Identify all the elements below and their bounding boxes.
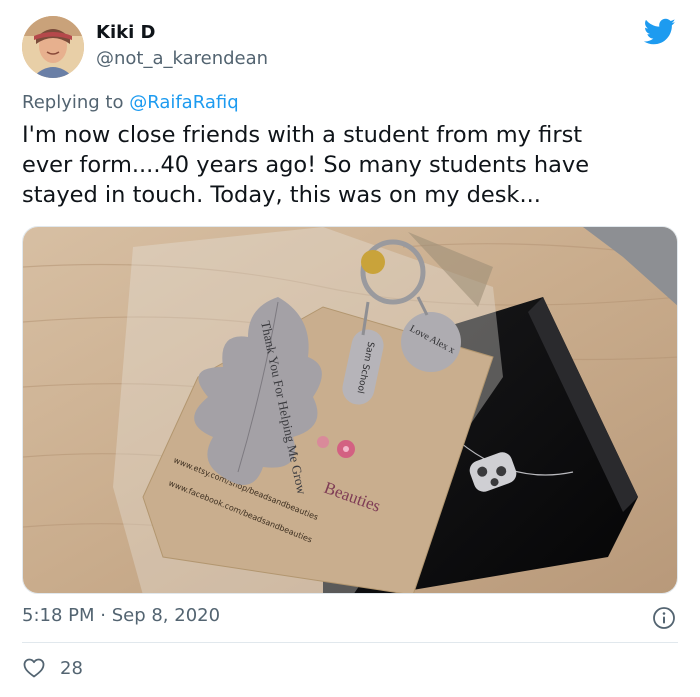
- heart-outline-icon: [23, 658, 45, 678]
- like-count: 28: [60, 657, 83, 679]
- tweet-text: I'm now close friends with a student fro…: [22, 122, 590, 208]
- tweet-time: 5:18 PM: [22, 605, 95, 626]
- tweet-card: Kiki D @not_a_karendean Replying to @Rai…: [0, 0, 700, 697]
- user-handle[interactable]: @not_a_karendean: [96, 48, 268, 69]
- replying-to: Replying to @RaifaRafiq: [22, 92, 239, 113]
- tweet-timestamp[interactable]: 5:18 PM · Sep 8, 2020: [22, 605, 220, 626]
- like-button[interactable]: 28: [22, 656, 83, 680]
- divider: [22, 642, 678, 643]
- keyring-gift-photo: Beauties www.etsy.com/shop/beadsandbeaut…: [23, 227, 677, 593]
- info-icon[interactable]: [652, 606, 676, 630]
- avatar[interactable]: [22, 16, 84, 78]
- tweet-photo[interactable]: Beauties www.etsy.com/shop/beadsandbeaut…: [22, 226, 678, 594]
- timestamp-separator: ·: [94, 605, 112, 626]
- tweet-date: Sep 8, 2020: [111, 605, 221, 626]
- replying-to-label: Replying to: [22, 92, 130, 113]
- display-name[interactable]: Kiki D: [96, 22, 155, 43]
- replying-to-link[interactable]: @RaifaRafiq: [129, 92, 238, 113]
- avatar-image: [22, 16, 84, 78]
- twitter-bird-icon[interactable]: [644, 18, 676, 46]
